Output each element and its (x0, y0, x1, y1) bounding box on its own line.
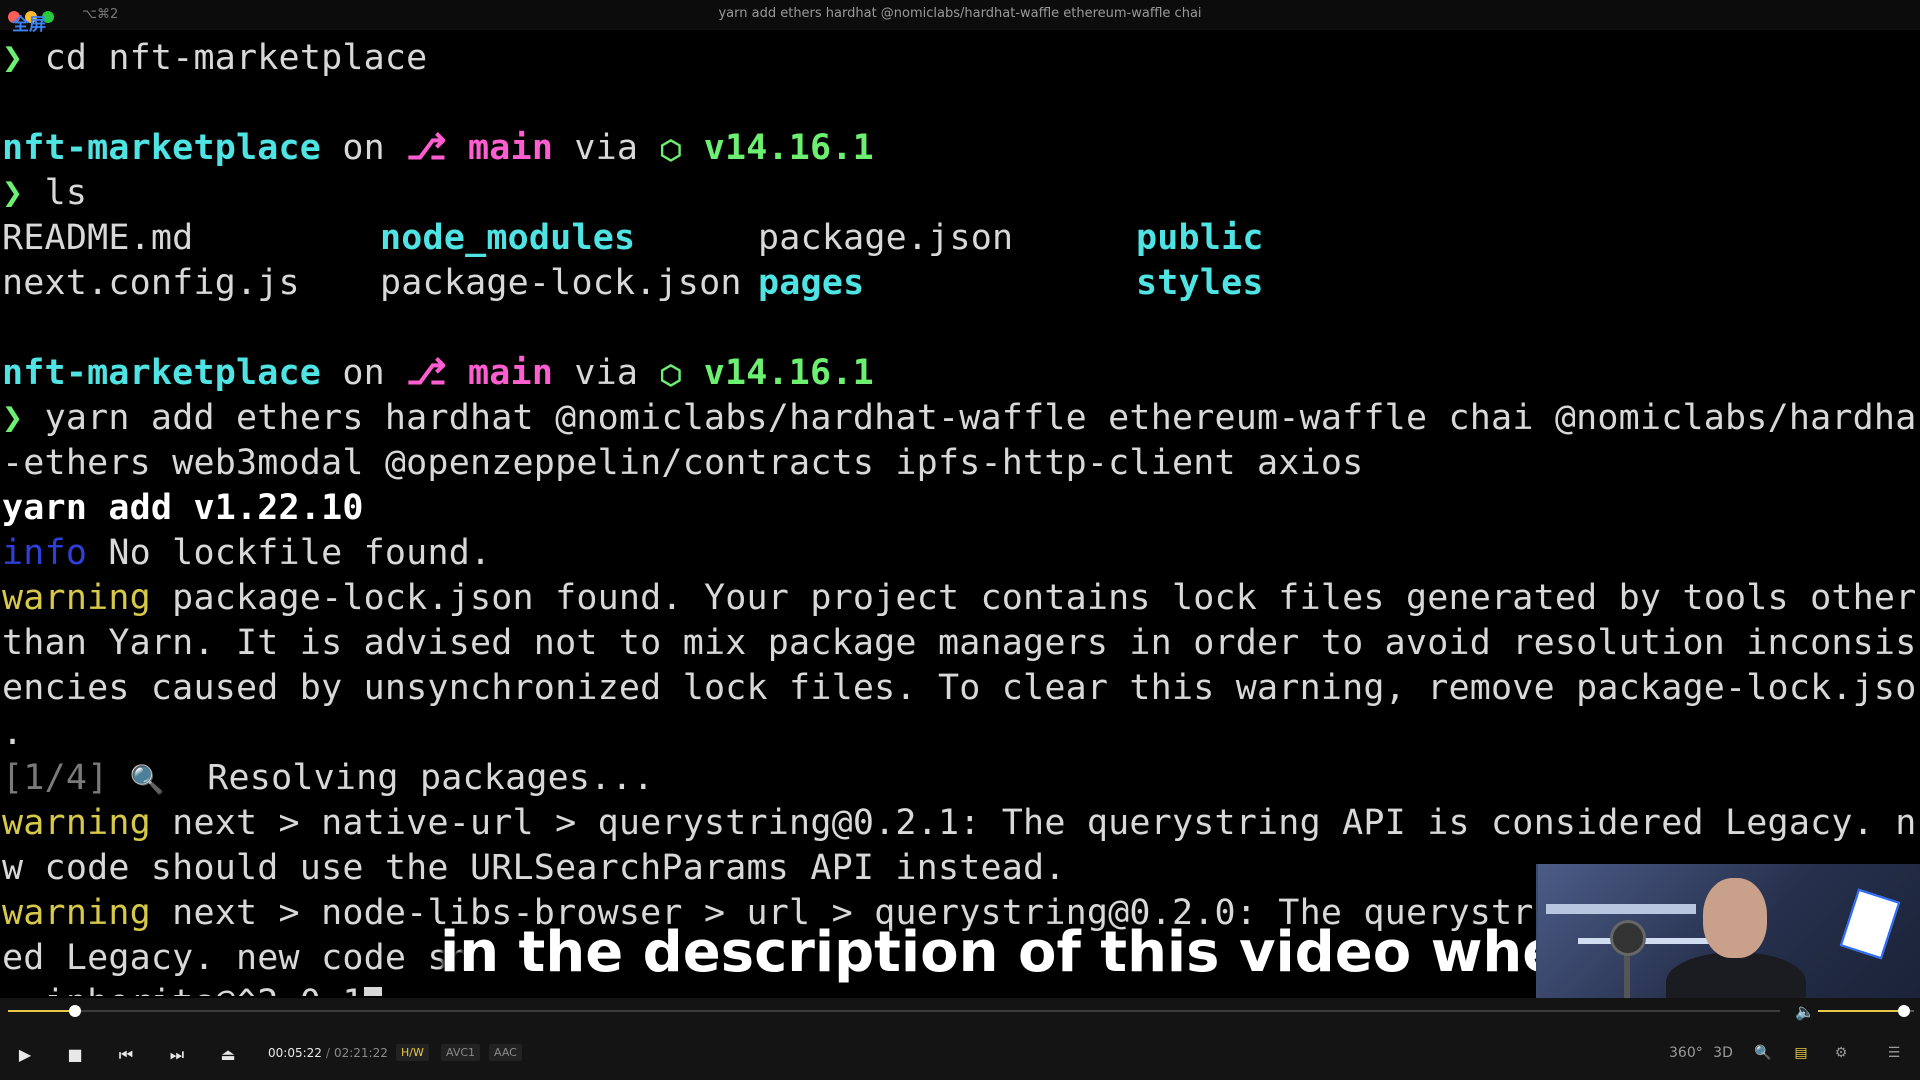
prompt-via: via (574, 353, 639, 393)
nodejs-icon: ⬡ (659, 136, 683, 166)
git-branch-icon: ⎇ (406, 353, 447, 393)
current-time: 00:05:22 (268, 1046, 322, 1060)
info-line: info No lockfile found. (2, 531, 1918, 576)
previous-icon[interactable]: ⏮ (113, 1042, 139, 1068)
webcam-shelf (1546, 904, 1696, 914)
subtitle-search-icon[interactable]: 🔍 (1749, 1040, 1777, 1066)
duration: 02:21:22 (333, 1046, 388, 1060)
webcam-overlay (1536, 864, 1920, 998)
terminal-output[interactable]: ❯ cd nft-marketplace nft-marketplace on … (2, 36, 1918, 996)
warning-continuation: than Yarn. It is advised not to mix pack… (2, 623, 1918, 663)
command-text: cd nft-marketplace (44, 38, 428, 78)
prompt-dir: nft-marketplace (2, 353, 322, 393)
ls-entry-dir: public (1136, 218, 1264, 258)
seek-handle[interactable] (69, 1005, 82, 1017)
audio-codec-tag: AAC (489, 1044, 522, 1061)
info-label: info (2, 533, 88, 573)
seek-bar[interactable] (8, 1005, 1780, 1017)
command-text: ls (44, 173, 88, 213)
ls-output-row: next.config.js package-lock.json pages styl… (2, 261, 1918, 306)
warning-continuation: . (2, 713, 24, 753)
360-icon[interactable]: 360° (1669, 1040, 1703, 1066)
video-player-controls: 🔈 ▶ ■ ⏮ ⏭ ⏏ 00:05:22/02:21:22 H/W AVC1 A… (0, 998, 1920, 1080)
command-continuation: -ethers web3modal @openzeppelin/contract… (2, 443, 1364, 483)
window-titlebar: 全屏 ⌥⌘2 yarn add ethers hardhat @nomiclab… (0, 0, 1920, 35)
command-text: yarn add ethers hardhat @nomiclabs/hardh… (44, 398, 1918, 438)
terminal-cursor (363, 987, 382, 996)
ls-output-row: README.md node_modules package.json public (2, 216, 1918, 261)
prompt-on: on (342, 353, 385, 393)
prompt-arrow-icon: ❯ (2, 398, 24, 438)
3d-icon[interactable]: 3D (1709, 1040, 1737, 1066)
gear-icon[interactable]: ⚙ (1827, 1040, 1855, 1066)
warning-label: warning (2, 893, 151, 933)
hw-tag[interactable]: H/W (396, 1044, 429, 1061)
seek-progress (8, 1010, 76, 1012)
command-line: ❯ cd nft-marketplace (2, 36, 1918, 81)
ls-entry-dir: styles (1136, 263, 1264, 303)
next-icon[interactable]: ⏭ (164, 1042, 190, 1068)
step-line: [1/4] 🔍 Resolving packages... (2, 756, 1918, 801)
output-text: : inherits@^2.0.1 (2, 983, 364, 996)
volume-level (1818, 1010, 1905, 1012)
git-branch-icon: ⎇ (406, 128, 447, 168)
stop-icon[interactable]: ■ (62, 1042, 88, 1068)
microphone-icon (1610, 920, 1646, 956)
info-text: No lockfile found. (87, 533, 492, 573)
ls-entry-dir: node_modules (380, 218, 636, 258)
subtitle-icon[interactable]: ▤ (1787, 1040, 1815, 1066)
prompt-arrow-icon: ❯ (2, 173, 24, 213)
volume-slider[interactable] (1818, 1005, 1914, 1017)
presenter-head (1703, 878, 1767, 958)
warning-line: warning package-lock.json found. Your pr… (2, 576, 1918, 621)
window-title: yarn add ethers hardhat @nomiclabs/hardh… (718, 6, 1202, 21)
prompt-branch: main (468, 353, 554, 393)
prompt-dir: nft-marketplace (2, 128, 322, 168)
prompt-on: on (342, 128, 385, 168)
prompt-node-version: v14.16.1 (703, 353, 874, 393)
time-display: 00:05:22/02:21:22 (268, 1046, 388, 1060)
time-separator: / (325, 1046, 330, 1060)
warning-continuation: encies caused by unsynchronized lock fil… (2, 668, 1918, 708)
ls-entry-dir: pages (758, 263, 865, 303)
volume-handle[interactable] (1898, 1005, 1911, 1017)
prompt-arrow-icon: ❯ (2, 38, 24, 78)
step-label: [1/4] (2, 758, 109, 798)
ls-entry-file: README.md (2, 218, 194, 258)
step-text: Resolving packages... (164, 758, 654, 798)
nodejs-icon: ⬡ (659, 361, 683, 391)
ls-entry-file: package.json (758, 218, 1014, 258)
video-subtitle: in the description of this video where (440, 920, 1626, 985)
ls-entry-file: package-lock.json (380, 263, 742, 303)
play-icon[interactable]: ▶ (12, 1042, 38, 1068)
prompt-via: via (574, 128, 639, 168)
command-line: ❯ ls (2, 171, 1918, 216)
eject-icon[interactable]: ⏏ (215, 1042, 241, 1068)
prompt-line: nft-marketplace on ⎇ main via ⬡ v14.16.1 (2, 126, 1918, 171)
magnifier-icon: 🔍 (129, 763, 165, 796)
command-line: ❯ yarn add ethers hardhat @nomiclabs/har… (2, 396, 1918, 441)
warning-text: next > native-url > querystring@0.2.1: T… (150, 803, 1918, 843)
ls-entry-file: next.config.js (2, 263, 300, 303)
codec-tag: AVC1 (441, 1044, 481, 1061)
yarn-version-line: yarn add v1.22.10 (2, 488, 364, 528)
volume-icon[interactable]: 🔈 (1795, 1002, 1815, 1021)
menu-icon[interactable]: ☰ (1880, 1040, 1908, 1066)
prompt-branch: main (468, 128, 554, 168)
warning-label: warning (2, 803, 151, 843)
prompt-line: nft-marketplace on ⎇ main via ⬡ v14.16.1 (2, 351, 1918, 396)
warning-text: package-lock.json found. Your project co… (150, 578, 1917, 618)
warning-label: warning (2, 578, 151, 618)
warning-line: warning next > native-url > querystring@… (2, 801, 1918, 846)
prompt-node-version: v14.16.1 (703, 128, 874, 168)
